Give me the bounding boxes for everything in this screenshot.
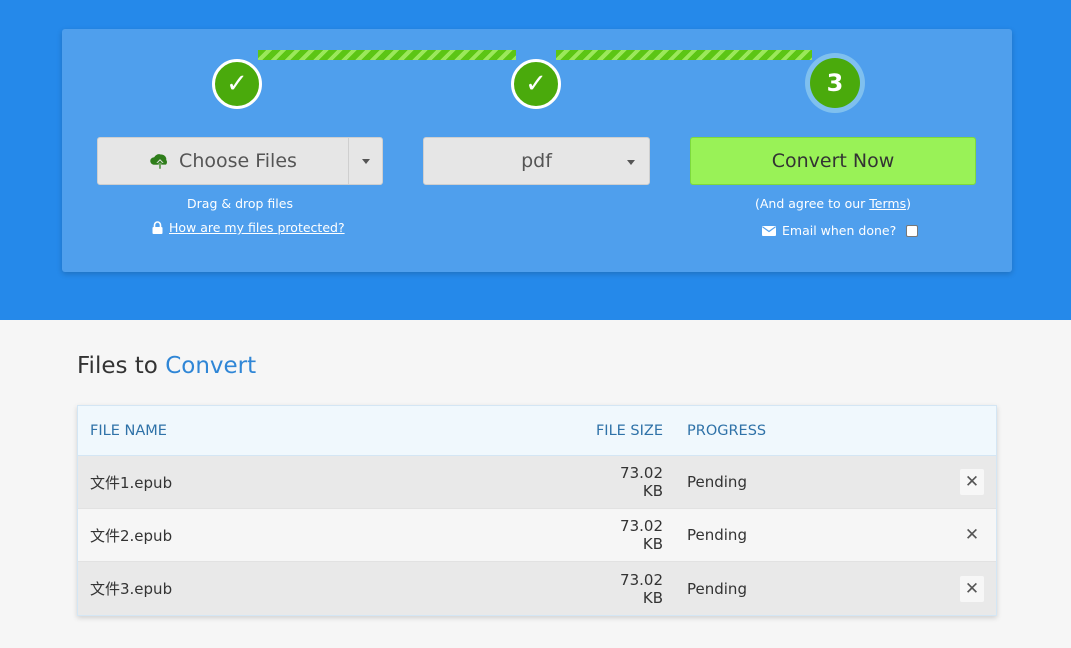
step-1-check-icon: ✓ [212,59,262,109]
column-header-file-name: FILE NAME [90,422,167,439]
files-protected-link-row: How are my files protected? [152,220,345,235]
table-row: 文件1.epub 73.02 KB Pending ✕ [78,456,996,509]
email-when-done-label: Email when done? [782,223,897,238]
progress-cell: Pending [687,473,747,491]
file-name-cell: 文件3.epub [90,580,173,598]
file-size-cell: 73.02 KB [620,464,663,500]
table-header: FILE NAME FILE SIZE PROGRESS [78,406,996,456]
file-size-cell: 73.02 KB [620,517,663,553]
caret-down-icon [627,160,635,165]
email-when-done-row: Email when done? [762,223,919,238]
progress-connector-2 [556,50,812,60]
convert-now-button[interactable]: Convert Now [690,137,976,185]
terms-link[interactable]: Terms [869,196,906,211]
lock-icon [152,221,163,234]
progress-connector-1 [258,50,516,60]
terms-agreement: (And agree to our Terms) [755,196,911,211]
choose-files-dropdown-toggle[interactable] [349,138,382,184]
remove-file-close-icon[interactable]: ✕ [960,469,984,495]
column-header-file-size: FILE SIZE [595,422,663,439]
files-protected-link[interactable]: How are my files protected? [169,220,345,235]
convert-now-label: Convert Now [771,150,895,172]
file-name-cell: 文件1.epub [90,473,173,492]
cloud-upload-icon [150,154,168,169]
file-size-cell: 73.02 KB [620,570,663,607]
progress-cell: Pending [687,526,747,544]
step-2-check-icon: ✓ [511,59,561,109]
files-section-title: Files to Convert [77,353,257,379]
progress-cell: Pending [687,579,747,598]
table-row: 文件2.epub 73.02 KB Pending ✕ [78,509,996,562]
files-table: FILE NAME FILE SIZE PROGRESS 文件1.epub 73… [77,405,997,616]
file-name-cell: 文件2.epub [90,526,173,545]
remove-file-close-icon[interactable]: ✕ [960,575,984,602]
caret-down-icon [361,158,370,164]
choose-files-button[interactable]: Choose Files [98,138,349,184]
choose-files-label: Choose Files [179,150,297,172]
choose-files-button-group: Choose Files [97,137,383,185]
envelope-icon [762,225,776,236]
output-format-value: pdf [521,150,552,172]
output-format-select[interactable]: pdf [423,137,650,185]
step-3-indicator: 3 [810,58,860,108]
remove-file-close-icon[interactable]: ✕ [960,522,984,548]
drag-drop-hint: Drag & drop files [187,196,293,211]
table-row: 文件3.epub 73.02 KB Pending ✕ [78,562,996,615]
email-when-done-checkbox[interactable] [906,224,919,237]
column-header-progress: PROGRESS [687,422,767,439]
